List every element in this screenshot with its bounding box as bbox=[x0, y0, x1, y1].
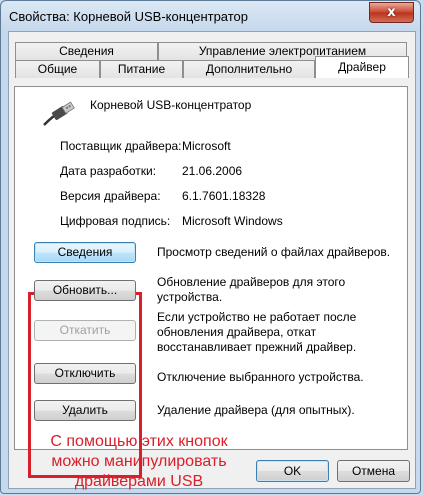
window-title: Свойства: Корневой USB-концентратор bbox=[9, 9, 249, 24]
tab-driver[interactable]: Драйвер bbox=[315, 56, 409, 78]
rollback-driver-button[interactable]: Откатить bbox=[34, 320, 136, 341]
driver-date-label: Дата разработки: bbox=[60, 164, 157, 178]
annotation-line-2: можно манипулировать bbox=[51, 453, 227, 470]
update-driver-description: Обновление драйверов для этого устройств… bbox=[157, 275, 346, 304]
tab-details[interactable]: Сведения bbox=[15, 42, 158, 60]
driver-details-button[interactable]: Сведения bbox=[34, 242, 136, 263]
uninstall-driver-description: Удаление драйвера (для опытных). bbox=[157, 403, 355, 417]
digital-signer-label: Цифровая подпись: bbox=[60, 214, 171, 228]
close-icon: x bbox=[387, 5, 396, 20]
usb-plug-icon bbox=[43, 101, 75, 126]
disable-device-button[interactable]: Отключить bbox=[34, 363, 136, 384]
driver-version-label: Версия драйвера: bbox=[60, 189, 161, 203]
properties-window: Свойства: Корневой USB-концентратор x Св… bbox=[0, 0, 421, 494]
digital-signer-value: Microsoft Windows bbox=[182, 214, 283, 228]
close-button[interactable]: x bbox=[369, 2, 414, 23]
ok-button[interactable]: OK bbox=[256, 460, 329, 482]
annotation-line-3: драйверами USB bbox=[74, 473, 204, 490]
driver-tab-page: Корневой USB-концентратор Поставщик драй… bbox=[14, 86, 408, 478]
driver-date-value: 21.06.2006 bbox=[182, 164, 243, 178]
title-bar[interactable]: Свойства: Корневой USB-концентратор x bbox=[1, 1, 420, 31]
tab-general[interactable]: Общие bbox=[15, 60, 100, 78]
tab-power[interactable]: Питание bbox=[100, 60, 183, 78]
device-name: Корневой USB-концентратор bbox=[90, 98, 252, 112]
cancel-button[interactable]: Отмена bbox=[337, 460, 410, 482]
driver-provider-value: Microsoft bbox=[182, 139, 231, 153]
driver-details-description: Просмотр сведений о файлах драйверов. bbox=[157, 245, 391, 259]
driver-provider-label: Поставщик драйвера: bbox=[60, 139, 182, 153]
tab-advanced[interactable]: Дополнительно bbox=[183, 60, 315, 78]
driver-version-value: 6.1.7601.18328 bbox=[182, 189, 266, 203]
disable-device-description: Отключение выбранного устройства. bbox=[157, 370, 364, 384]
annotation-line-1: С помощью этих кнопок bbox=[50, 433, 228, 450]
rollback-driver-description: Если устройство не работает после обновл… bbox=[157, 310, 357, 354]
update-driver-button[interactable]: Обновить... bbox=[34, 280, 136, 301]
uninstall-driver-button[interactable]: Удалить bbox=[34, 400, 136, 421]
